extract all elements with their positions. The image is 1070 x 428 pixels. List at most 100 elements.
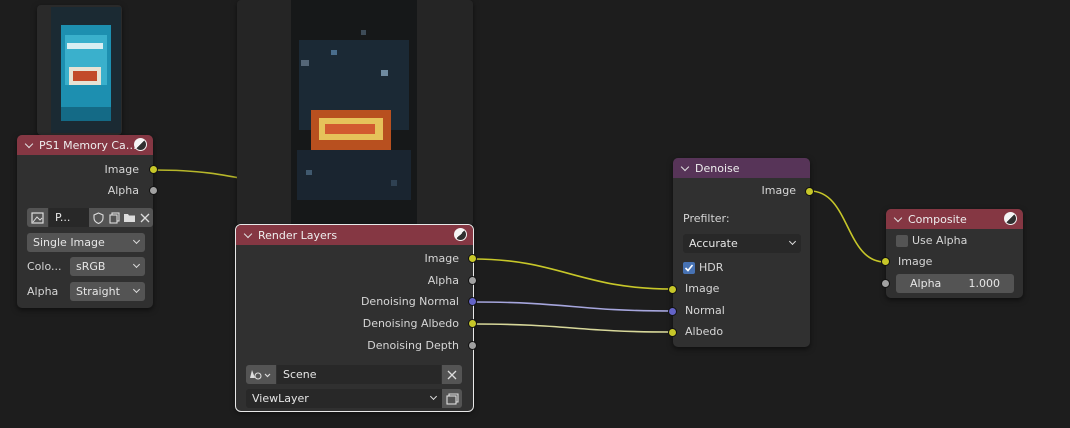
node-header[interactable]: Composite [886, 209, 1023, 229]
output-denoising-normal: Denoising Normal [236, 293, 473, 311]
socket-denoising-depth-out[interactable] [468, 341, 477, 350]
socket-image-in[interactable] [668, 285, 677, 294]
open-folder-icon [124, 214, 135, 222]
prefilter-dropdown[interactable]: Accurate [683, 234, 801, 253]
output-image: Image [17, 161, 153, 179]
input-label: Image [898, 255, 933, 268]
node-header[interactable]: PS1 Memory Car... [17, 135, 153, 155]
output-label: Denoising Albedo [362, 317, 459, 330]
duplicate-icon [109, 211, 120, 224]
denoise-node[interactable]: Denoise Image Prefilter: Accurate HDR Im… [673, 158, 810, 347]
input-label: Normal [685, 304, 725, 317]
render-layers-node[interactable]: Render Layers Image Alpha Denoising Norm… [235, 224, 474, 412]
chevron-down-icon [132, 285, 141, 294]
output-denoising-depth: Denoising Depth [236, 337, 473, 355]
input-image: Image [673, 280, 810, 298]
colorspace-dropdown[interactable]: sRGB [70, 257, 145, 276]
unlink-scene-button[interactable] [442, 365, 462, 384]
socket-denoising-normal-out[interactable] [468, 297, 477, 306]
preview-toggle-icon[interactable] [134, 138, 147, 151]
node-header[interactable]: Render Layers [236, 225, 473, 245]
image-source-dropdown[interactable]: Single Image [27, 233, 145, 252]
output-image: Image [673, 182, 810, 200]
link-denoise-image-to-composite-image [809, 190, 886, 263]
socket-albedo-in[interactable] [668, 328, 677, 337]
input-normal: Normal [673, 302, 810, 320]
dropdown-value: ViewLayer [252, 392, 309, 405]
node-title: Render Layers [258, 228, 338, 242]
render-active-scene-button[interactable] [442, 389, 462, 408]
close-icon [140, 213, 150, 222]
checkmark-icon [684, 264, 694, 272]
socket-alpha-out[interactable] [468, 276, 477, 285]
field-value: 1.000 [968, 277, 1001, 290]
scene-browse-button[interactable] [246, 365, 276, 384]
view-layer-dropdown[interactable]: ViewLayer [246, 389, 442, 408]
link-render-image-to-denoise-image [472, 258, 673, 290]
input-image: Image [886, 253, 1023, 271]
render-layers-preview-frame [237, 0, 473, 226]
socket-denoising-albedo-out[interactable] [468, 319, 477, 328]
input-label: Albedo [685, 325, 724, 338]
link-denoising-albedo-to-denoise-albedo [472, 323, 673, 333]
hdr-label: HDR [699, 261, 724, 274]
output-image: Image [236, 250, 473, 268]
dropdown-value: Accurate [689, 237, 738, 250]
preview-toggle-icon[interactable] [1004, 212, 1017, 225]
image-node[interactable]: PS1 Memory Car... Image Alpha P... Singl… [17, 135, 153, 308]
open-image-button[interactable] [122, 208, 137, 227]
output-label: Alpha [427, 274, 459, 287]
render-preview-image [291, 0, 417, 224]
output-label: Image [104, 163, 139, 176]
input-albedo: Albedo [673, 323, 810, 341]
scene-name-field[interactable]: Scene [277, 365, 441, 384]
collapse-chevron-icon[interactable] [243, 229, 253, 238]
socket-image-out[interactable] [805, 187, 814, 196]
output-label: Image [761, 184, 796, 197]
use-alpha-checkbox[interactable] [896, 235, 908, 247]
image-node-preview [37, 5, 122, 135]
preview-toggle-icon[interactable] [454, 228, 467, 241]
close-icon [447, 370, 457, 379]
output-alpha: Alpha [17, 182, 153, 200]
node-title: Composite [908, 212, 967, 226]
chevron-down-icon [132, 236, 141, 245]
prefilter-label: Prefilter: [683, 212, 730, 225]
image-name-field[interactable]: P... [49, 208, 89, 227]
socket-image-out[interactable] [468, 254, 477, 263]
node-title: PS1 Memory Car... [39, 138, 139, 152]
image-browse-button[interactable] [27, 208, 48, 227]
socket-image-in[interactable] [881, 257, 890, 266]
duplicate-button[interactable] [107, 208, 122, 227]
link-denoising-normal-to-denoise-normal [472, 301, 673, 312]
input-label: Image [685, 282, 720, 295]
alpha-mode-dropdown[interactable]: Straight [70, 282, 145, 301]
alpha-mode-label: Alpha [27, 285, 59, 298]
output-label: Image [424, 252, 459, 265]
output-label: Alpha [107, 184, 139, 197]
fake-user-shield-icon [92, 211, 104, 224]
colorspace-label: Colo... [27, 260, 62, 273]
output-label: Denoising Normal [360, 295, 459, 308]
chevron-down-icon [429, 392, 438, 401]
scene-icon [250, 369, 271, 380]
chevron-down-icon [788, 237, 797, 246]
socket-alpha-in[interactable] [881, 279, 890, 288]
socket-normal-in[interactable] [668, 307, 677, 316]
collapse-chevron-icon[interactable] [680, 162, 690, 171]
unlink-image-button[interactable] [137, 208, 153, 227]
image-datablock-selector: P... [27, 208, 153, 227]
fake-user-button[interactable] [89, 208, 107, 227]
composite-node[interactable]: Composite Use Alpha Image Alpha 1.000 [886, 209, 1023, 298]
dropdown-value: Straight [76, 285, 120, 298]
field-label: Alpha [910, 277, 942, 290]
collapse-chevron-icon[interactable] [24, 139, 34, 148]
collapse-chevron-icon[interactable] [893, 213, 903, 222]
node-header[interactable]: Denoise [673, 158, 810, 178]
hdr-checkbox[interactable] [683, 262, 695, 274]
socket-image-out[interactable] [149, 165, 158, 174]
socket-alpha-out[interactable] [149, 186, 158, 195]
alpha-value-field[interactable]: Alpha 1.000 [896, 274, 1014, 293]
use-alpha-label: Use Alpha [912, 234, 968, 247]
image-thumbnail [51, 7, 121, 133]
